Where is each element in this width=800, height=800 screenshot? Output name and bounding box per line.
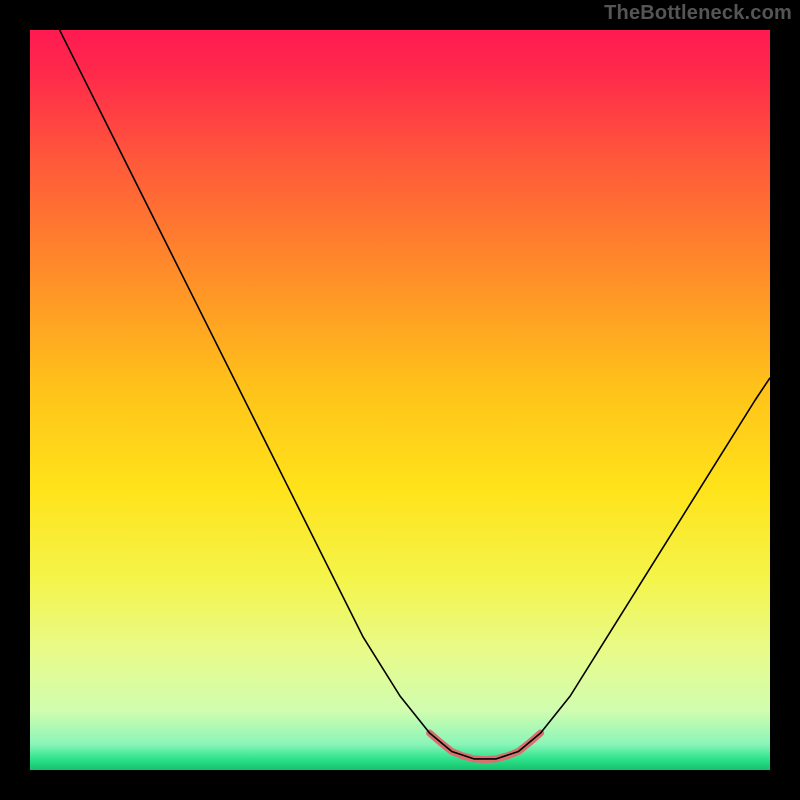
chart-frame: TheBottleneck.com bbox=[0, 0, 800, 800]
chart-background bbox=[30, 30, 770, 770]
bottleneck-chart bbox=[30, 30, 770, 770]
watermark-text: TheBottleneck.com bbox=[604, 2, 792, 25]
plot-area bbox=[30, 30, 770, 770]
